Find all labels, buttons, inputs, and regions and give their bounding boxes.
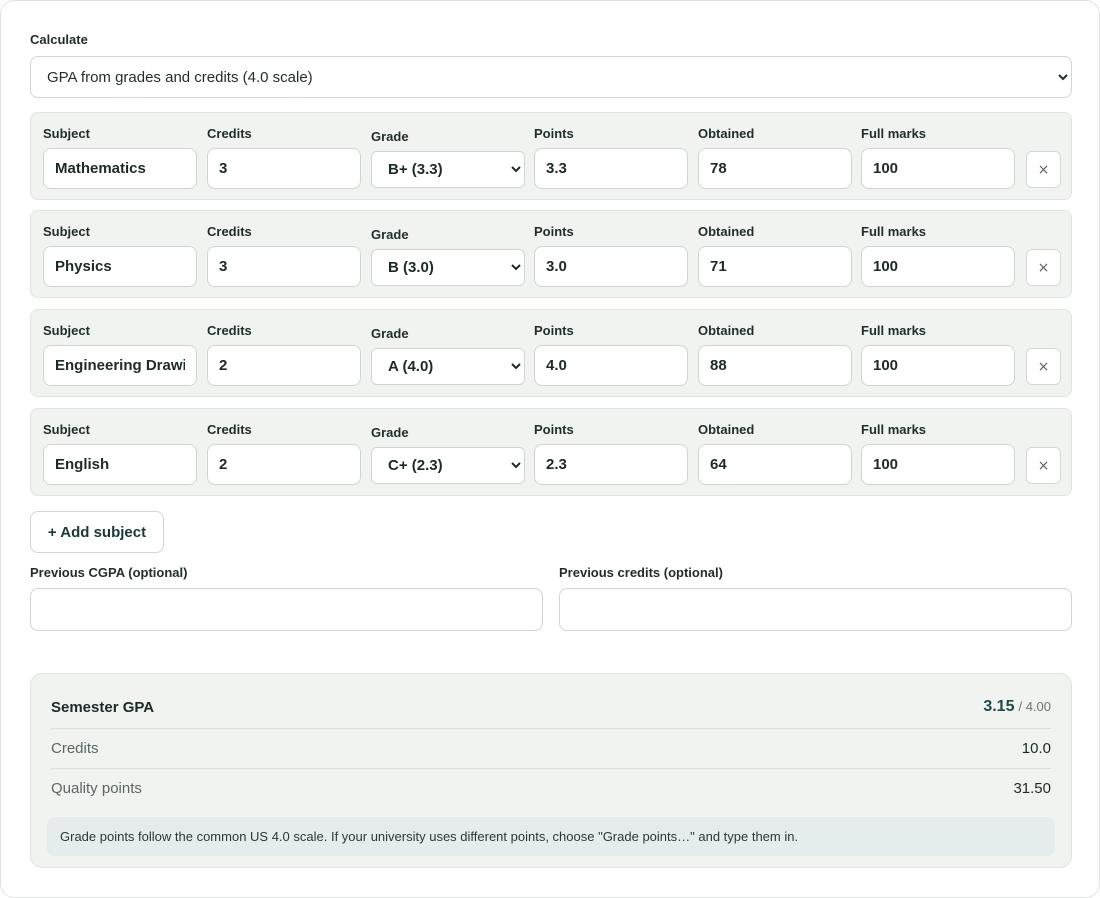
remove-subject-button[interactable]: × — [1026, 249, 1061, 286]
close-icon: × — [1037, 358, 1050, 375]
subject-row: Subject Credits Grade Points Obtained Fu… — [30, 309, 1072, 397]
subject-row: Subject Credits Grade Points Obtained Fu… — [30, 112, 1072, 200]
close-icon: × — [1037, 457, 1050, 474]
grade-select[interactable]: B (3.0) — [371, 249, 525, 286]
points-input[interactable] — [534, 345, 688, 386]
points-label: Points — [534, 422, 574, 437]
previous-credits-input[interactable] — [559, 588, 1072, 631]
credits-label: Credits — [207, 323, 252, 338]
gpa-value: 3.15 — [983, 698, 1015, 715]
subject-input[interactable] — [43, 148, 197, 189]
credits-label: Credits — [207, 224, 252, 239]
credits-result-row: Credits 10.0 — [51, 728, 1051, 768]
quality-points-label: Quality points — [51, 780, 142, 797]
quality-points-value: 31.50 — [1013, 780, 1051, 797]
subject-input[interactable] — [43, 444, 197, 485]
points-input[interactable] — [534, 148, 688, 189]
credits-input[interactable] — [207, 345, 361, 386]
previous-cgpa-input[interactable] — [30, 588, 543, 631]
previous-cgpa-label: Previous CGPA (optional) — [30, 565, 188, 580]
points-label: Points — [534, 224, 574, 239]
obtained-input[interactable] — [698, 148, 852, 189]
results-panel: Semester GPA 3.15/ 4.00 Credits 10.0 Qua… — [30, 673, 1072, 868]
obtained-input[interactable] — [698, 345, 852, 386]
credits-result-label: Credits — [51, 740, 99, 757]
full-marks-input[interactable] — [861, 444, 1015, 485]
grade-select[interactable]: B+ (3.3) — [371, 151, 525, 188]
quality-points-row: Quality points 31.50 — [51, 768, 1051, 808]
calculation-mode-select[interactable]: GPA from grades and credits (4.0 scale) — [30, 56, 1072, 98]
gpa-scale: / 4.00 — [1018, 699, 1051, 714]
points-input[interactable] — [534, 246, 688, 287]
obtained-input[interactable] — [698, 246, 852, 287]
subject-label: Subject — [43, 422, 90, 437]
grade-label: Grade — [371, 227, 409, 242]
full-marks-input[interactable] — [861, 246, 1015, 287]
subject-input[interactable] — [43, 345, 197, 386]
grade-scale-note: Grade points follow the common US 4.0 sc… — [47, 817, 1055, 856]
points-label: Points — [534, 323, 574, 338]
full-marks-input[interactable] — [861, 148, 1015, 189]
credits-label: Credits — [207, 422, 252, 437]
grade-label: Grade — [371, 129, 409, 144]
grade-select[interactable]: C+ (2.3) — [371, 447, 525, 484]
semester-gpa-label: Semester GPA — [51, 698, 155, 716]
grade-label: Grade — [371, 425, 409, 440]
close-icon: × — [1037, 161, 1050, 178]
credits-result-value: 10.0 — [1021, 740, 1051, 757]
semester-gpa-result: 3.15/ 4.00 — [983, 698, 1051, 716]
obtained-input[interactable] — [698, 444, 852, 485]
obtained-label: Obtained — [698, 126, 755, 141]
full-marks-input[interactable] — [861, 345, 1015, 386]
points-label: Points — [534, 126, 574, 141]
previous-credits-label: Previous credits (optional) — [559, 565, 723, 580]
subject-row: Subject Credits Grade Points Obtained Fu… — [30, 408, 1072, 496]
grade-label: Grade — [371, 326, 409, 341]
credits-input[interactable] — [207, 148, 361, 189]
grade-select[interactable]: A (4.0) — [371, 348, 525, 385]
full-marks-label: Full marks — [861, 422, 927, 437]
subject-label: Subject — [43, 126, 90, 141]
close-icon: × — [1037, 259, 1050, 276]
full-marks-label: Full marks — [861, 126, 927, 141]
remove-subject-button[interactable]: × — [1026, 348, 1061, 385]
remove-subject-button[interactable]: × — [1026, 447, 1061, 484]
semester-gpa-row: Semester GPA 3.15/ 4.00 — [51, 694, 1051, 720]
credits-input[interactable] — [207, 246, 361, 287]
obtained-label: Obtained — [698, 224, 755, 239]
obtained-label: Obtained — [698, 422, 755, 437]
calculate-label: Calculate — [30, 32, 88, 47]
points-input[interactable] — [534, 444, 688, 485]
obtained-label: Obtained — [698, 323, 755, 338]
credits-input[interactable] — [207, 444, 361, 485]
subject-row: Subject Credits Grade Points Obtained Fu… — [30, 210, 1072, 298]
full-marks-label: Full marks — [861, 323, 927, 338]
full-marks-label: Full marks — [861, 224, 927, 239]
add-subject-button[interactable]: + Add subject — [30, 511, 164, 553]
subject-input[interactable] — [43, 246, 197, 287]
calculator-card: Calculate GPA from grades and credits (4… — [0, 0, 1100, 898]
credits-label: Credits — [207, 126, 252, 141]
subject-label: Subject — [43, 323, 90, 338]
subject-label: Subject — [43, 224, 90, 239]
remove-subject-button[interactable]: × — [1026, 151, 1061, 188]
